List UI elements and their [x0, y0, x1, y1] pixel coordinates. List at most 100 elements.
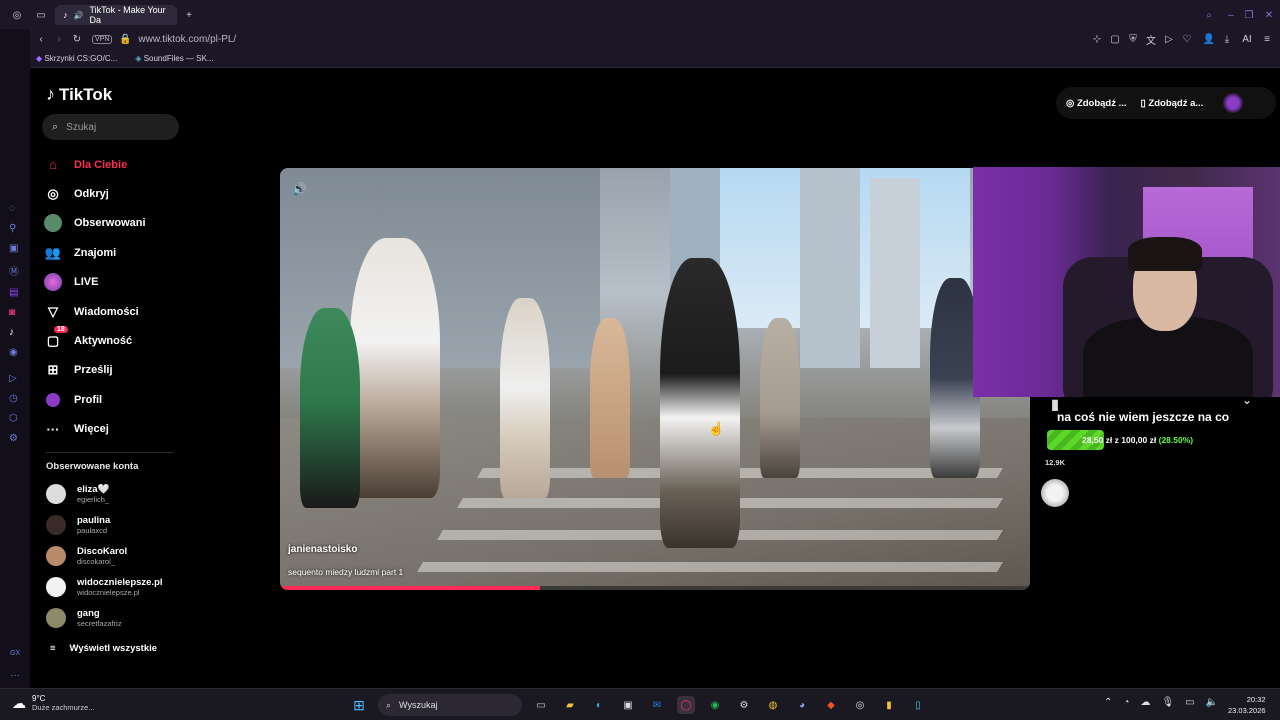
nav-item-more[interactable]: ··· Więcej — [44, 415, 194, 444]
followed-account[interactable]: paulina paulaxcd — [46, 515, 110, 535]
sidebar-aria-icon[interactable]: ◌ — [9, 203, 19, 214]
sidebar-twitch-icon[interactable]: ▤ — [9, 287, 19, 298]
tiktok-logo[interactable]: ♪ TikTok — [46, 84, 112, 105]
opera-logo-icon[interactable]: ◎ — [10, 8, 24, 22]
sidebar-extensions-icon[interactable]: ⬡ — [9, 413, 19, 424]
nav-item-explore[interactable]: ◎ Odkryj — [44, 179, 194, 208]
search-input[interactable]: ⌕ Szukaj — [42, 114, 179, 140]
video-building — [870, 178, 920, 368]
discord-icon[interactable]: ◕ — [793, 696, 811, 714]
show-all-link[interactable]: ≡ Wyświetl wszystkie — [50, 643, 157, 654]
chevron-down-icon[interactable]: ⌄ — [1242, 393, 1252, 407]
nav-item-profile[interactable]: Profil — [44, 385, 194, 414]
sidebar-gx-icon[interactable]: GX — [10, 650, 20, 657]
edge-icon[interactable]: ◐ — [590, 696, 608, 714]
microphone-icon[interactable]: 🎙 — [1161, 697, 1174, 708]
store-icon[interactable]: ▣ — [619, 696, 637, 714]
outlook-icon[interactable]: ✉ — [648, 696, 666, 714]
vpn-badge[interactable]: VPN — [92, 35, 113, 44]
nav-item-for-you[interactable]: ⌂ Dla Ciebie — [44, 150, 194, 179]
tray-app-icon[interactable]: ◔ — [1123, 697, 1129, 708]
network-icon[interactable]: ▭ — [1185, 697, 1194, 708]
pin-icon[interactable]: ⊹ — [1090, 33, 1104, 47]
followed-account[interactable]: DiscoKarol discokarol_ — [46, 546, 127, 566]
nav-item-live[interactable]: LIVE — [44, 268, 194, 297]
nav-item-activity[interactable]: ▢ 18 Aktywność — [44, 326, 194, 355]
tiktok-note-icon: ♪ — [46, 84, 55, 104]
url-field[interactable]: www.tiktok.com/pl-PL/ — [138, 34, 236, 45]
close-icon[interactable]: ✕ — [1262, 8, 1276, 22]
account-icon[interactable]: 👤 — [1202, 33, 1216, 47]
menu-icon[interactable]: ≡ — [1260, 33, 1274, 47]
profile-avatar[interactable] — [1223, 93, 1244, 113]
get-coins-button[interactable]: ◎ Zdobądź ... — [1066, 98, 1127, 109]
tray-overflow-icon[interactable]: ⌃ — [1104, 697, 1112, 708]
video-author[interactable]: janienastoisko — [288, 544, 357, 555]
nav-item-following[interactable]: Obserwowani — [44, 209, 194, 238]
weather-widget[interactable]: ☁ 9°C Duże zachmurze... — [12, 694, 95, 712]
steam-icon[interactable]: ⚙ — [735, 696, 753, 714]
search-icon: ⌕ — [386, 699, 392, 710]
taskbar-apps: ⊞ — [350, 696, 368, 714]
tray-cloud-icon[interactable]: ☁ — [1140, 697, 1150, 708]
sidebar-instagram-icon[interactable]: ◙ — [9, 307, 19, 318]
chrome-icon[interactable]: ◍ — [764, 696, 782, 714]
clock[interactable]: 20:32 23.03.2026 — [1228, 694, 1266, 716]
sidebar-player-icon[interactable]: ▷ — [9, 373, 19, 384]
heart-icon[interactable]: ♡ — [1180, 33, 1194, 47]
snapshot-icon[interactable]: ▢ — [1108, 33, 1122, 47]
lock-icon[interactable]: 🔒 — [118, 33, 132, 47]
download-icon[interactable]: ⤓ — [1220, 33, 1234, 47]
file-explorer-icon[interactable]: ▰ — [561, 696, 579, 714]
followed-account[interactable]: gang secretfazafriz — [46, 608, 122, 628]
windows-start-icon[interactable]: ⊞ — [350, 696, 368, 714]
forward-icon[interactable]: › — [52, 33, 66, 47]
sidebar-ai-icon[interactable]: ⚲ — [9, 223, 19, 234]
app-icon[interactable]: ▯ — [909, 696, 927, 714]
spotify-icon[interactable]: ◉ — [706, 696, 724, 714]
tab-manager-icon[interactable]: ▭ — [34, 8, 48, 22]
shield-icon[interactable]: ⛨ — [1126, 33, 1140, 47]
sidebar-tiktok-icon[interactable]: ♪ — [9, 327, 19, 338]
sidebar-m-icon[interactable]: Ⓜ — [9, 263, 19, 278]
sidebar-settings-icon[interactable]: ⚙ — [9, 433, 19, 444]
translate-icon[interactable]: 文 — [1144, 33, 1158, 47]
compass-icon: ◎ — [47, 186, 59, 202]
sidebar-workspace-icon[interactable]: ▣ — [9, 243, 19, 254]
app-icon[interactable]: ▮ — [880, 696, 898, 714]
sidebar-more-icon[interactable]: ··· — [10, 670, 20, 681]
new-tab-icon[interactable]: + — [182, 8, 196, 22]
nav-item-messages[interactable]: ▽ Wiadomości — [44, 297, 194, 326]
maximize-icon[interactable]: ❐ — [1242, 8, 1256, 22]
followed-account[interactable]: eliza🤍 egierlich_ — [46, 484, 109, 504]
sound-disc-button[interactable] — [1040, 479, 1070, 507]
following-avatar-icon — [44, 214, 62, 233]
bookmark-item[interactable]: ◆ Skrzynki CS:GO/C... — [36, 54, 117, 63]
audio-playing-icon[interactable]: 🔊 — [74, 11, 84, 20]
video-player[interactable]: 🔊 janienastoisko sequento miedzy ludzmi … — [280, 168, 1030, 590]
nav-item-upload[interactable]: ⊞ Prześlij — [44, 356, 194, 385]
obs-icon[interactable]: ◎ — [851, 696, 869, 714]
task-view-icon[interactable]: ▭ — [532, 696, 550, 714]
crosswalk-stripe — [417, 562, 1003, 572]
volume-icon[interactable]: 🔊 — [292, 182, 307, 196]
bookmark-item[interactable]: ◈ SoundFiles — SK... — [135, 54, 213, 63]
reload-icon[interactable]: ↻ — [70, 33, 84, 47]
get-app-button[interactable]: ▯ Zdobądź a... — [1141, 98, 1204, 109]
sidebar-discord-icon[interactable]: ◉ — [9, 347, 19, 358]
video-progress-fill — [280, 586, 541, 590]
volume-icon[interactable]: 🔈 — [1206, 697, 1218, 708]
play-icon[interactable]: ▷ — [1162, 33, 1176, 47]
taskbar-search[interactable]: ⌕ Wyszukaj — [378, 694, 522, 716]
friends-icon: 👥 — [44, 244, 62, 260]
back-icon[interactable]: ‹ — [34, 33, 48, 47]
sidebar-history-icon[interactable]: ◷ — [9, 393, 19, 404]
opera-gx-icon[interactable]: ◯ — [677, 696, 695, 714]
ai-icon[interactable]: AI — [1238, 33, 1256, 47]
nav-item-friends[interactable]: 👥 Znajomi — [44, 238, 194, 267]
app-icon[interactable]: ◆ — [822, 696, 840, 714]
minimize-icon[interactable]: – — [1224, 8, 1238, 22]
followed-account[interactable]: widocznielepsze.pl widocznielepsze.pl — [46, 577, 163, 597]
tab-search-icon[interactable]: ⌕ — [1202, 8, 1216, 22]
tab-tiktok[interactable]: ♪ 🔊 TikTok - Make Your Da — [55, 5, 177, 25]
